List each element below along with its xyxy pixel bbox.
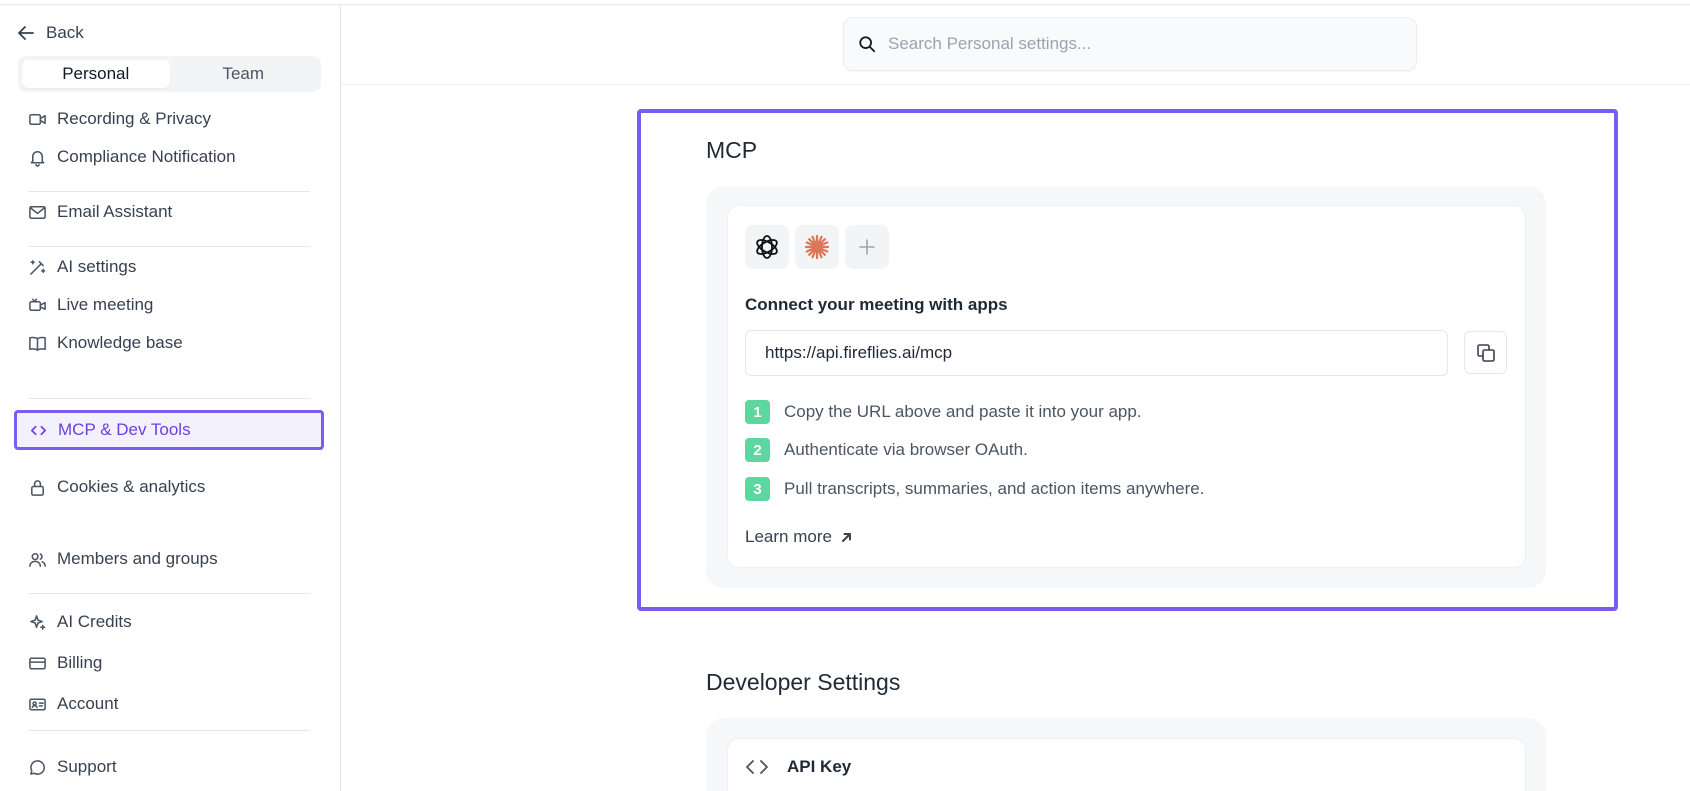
add-app-button[interactable]	[845, 225, 889, 269]
step-item: 1 Copy the URL above and paste it into y…	[745, 400, 1142, 424]
id-card-icon	[29, 698, 46, 710]
copy-icon	[1476, 343, 1495, 362]
mcp-section-title: MCP	[706, 137, 758, 163]
sidebar-item-knowledge-base[interactable]: Knowledge base	[28, 327, 183, 359]
sidebar-item-billing[interactable]: Billing	[28, 647, 102, 679]
sidebar-item-account[interactable]: Account	[28, 688, 118, 720]
sidebar-item-label: Billing	[57, 653, 103, 672]
connect-label: Connect your meeting with apps	[745, 295, 1008, 314]
step-number-badge: 2	[745, 438, 770, 462]
users-icon	[29, 552, 46, 567]
lock-icon	[31, 479, 44, 496]
sidebar-item-mcp-dev-tools[interactable]: MCP & Dev Tools	[14, 410, 324, 450]
sidebar-item-label: Members and groups	[57, 549, 218, 568]
sidebar-item-label: AI Credits	[57, 612, 132, 631]
step-text: Pull transcripts, summaries, and action …	[784, 479, 1205, 498]
chat-bubble-icon	[30, 759, 45, 775]
search-box[interactable]	[843, 17, 1417, 71]
sidebar-item-label: AI settings	[57, 257, 137, 276]
sidebar-item-label: Support	[57, 757, 117, 776]
step-item: 3 Pull transcripts, summaries, and actio…	[745, 477, 1204, 501]
external-arrow-icon	[841, 532, 851, 542]
back-button[interactable]: Back	[16, 23, 84, 43]
arrow-left-icon	[18, 26, 34, 40]
sidebar-item-cookies[interactable]: Cookies & analytics	[28, 471, 205, 503]
book-open-icon	[29, 336, 46, 351]
sidebar-item-label: Cookies & analytics	[57, 477, 206, 496]
sidebar-item-members[interactable]: Members and groups	[28, 543, 218, 575]
tab-personal[interactable]: Personal	[22, 60, 170, 88]
sidebar-item-ai-settings[interactable]: AI settings	[28, 251, 136, 283]
settings-header	[341, 5, 1690, 85]
tab-team[interactable]: Team	[170, 60, 318, 88]
step-text: Authenticate via browser OAuth.	[784, 440, 1028, 459]
learn-more-link[interactable]: Learn more	[745, 527, 853, 547]
sidebar-item-label: Email Assistant	[57, 202, 173, 221]
sidebar-item-compliance[interactable]: Compliance Notification	[28, 141, 236, 173]
search-icon	[859, 36, 876, 53]
sidebar-item-support[interactable]: Support	[28, 751, 117, 783]
api-key-label: API Key	[787, 757, 852, 776]
claude-logo-icon	[804, 234, 830, 260]
step-item: 2 Authenticate via browser OAuth.	[745, 438, 1028, 462]
sidebar-item-label: Knowledge base	[57, 333, 183, 352]
sidebar-item-live-meeting[interactable]: Live meeting	[28, 289, 153, 321]
mail-icon	[29, 205, 46, 219]
sidebar-item-label: Recording & Privacy	[57, 109, 212, 128]
sidebar-divider	[28, 191, 310, 192]
sidebar-item-email[interactable]: Email Assistant	[28, 196, 172, 228]
sidebar-divider	[28, 246, 310, 247]
openai-app-icon[interactable]	[745, 225, 789, 269]
learn-more-label: Learn more	[745, 527, 832, 546]
sidebar-item-label: Live meeting	[57, 295, 154, 314]
scope-toggle: Personal Team	[18, 56, 321, 92]
plus-icon	[859, 239, 875, 255]
sidebar-item-ai-credits[interactable]: AI Credits	[28, 606, 132, 638]
mcp-url-field[interactable]: https://api.fireflies.ai/mcp	[745, 330, 1448, 376]
magic-wand-icon	[30, 259, 46, 275]
video-live-icon	[29, 298, 46, 311]
developer-settings-title: Developer Settings	[706, 669, 901, 695]
copy-url-button[interactable]	[1464, 331, 1507, 374]
sidebar-item-label: Compliance Notification	[57, 147, 236, 166]
sidebar-divider	[28, 398, 310, 399]
credit-card-icon	[29, 657, 46, 669]
claude-app-icon[interactable]	[795, 225, 839, 269]
code-brackets-icon	[30, 425, 47, 435]
sidebar-item-label: MCP & Dev Tools	[58, 420, 191, 439]
sidebar-divider	[28, 730, 310, 731]
step-text: Copy the URL above and paste it into you…	[784, 402, 1142, 421]
openai-logo-icon	[756, 235, 778, 259]
api-key-row[interactable]: API Key	[745, 757, 851, 777]
settings-sidebar: Back Personal Team Recording & Privacy C…	[0, 5, 341, 791]
search-input[interactable]	[888, 34, 1388, 54]
sparkle-icon	[30, 614, 46, 630]
bell-icon	[30, 150, 45, 167]
code-brackets-icon	[746, 760, 768, 774]
sidebar-divider	[28, 593, 310, 594]
video-camera-icon	[29, 113, 46, 125]
step-number-badge: 1	[745, 400, 770, 424]
back-label: Back	[46, 23, 84, 42]
step-number-badge: 3	[745, 477, 770, 501]
sidebar-item-label: Account	[57, 694, 119, 713]
sidebar-item-recording[interactable]: Recording & Privacy	[28, 103, 211, 135]
